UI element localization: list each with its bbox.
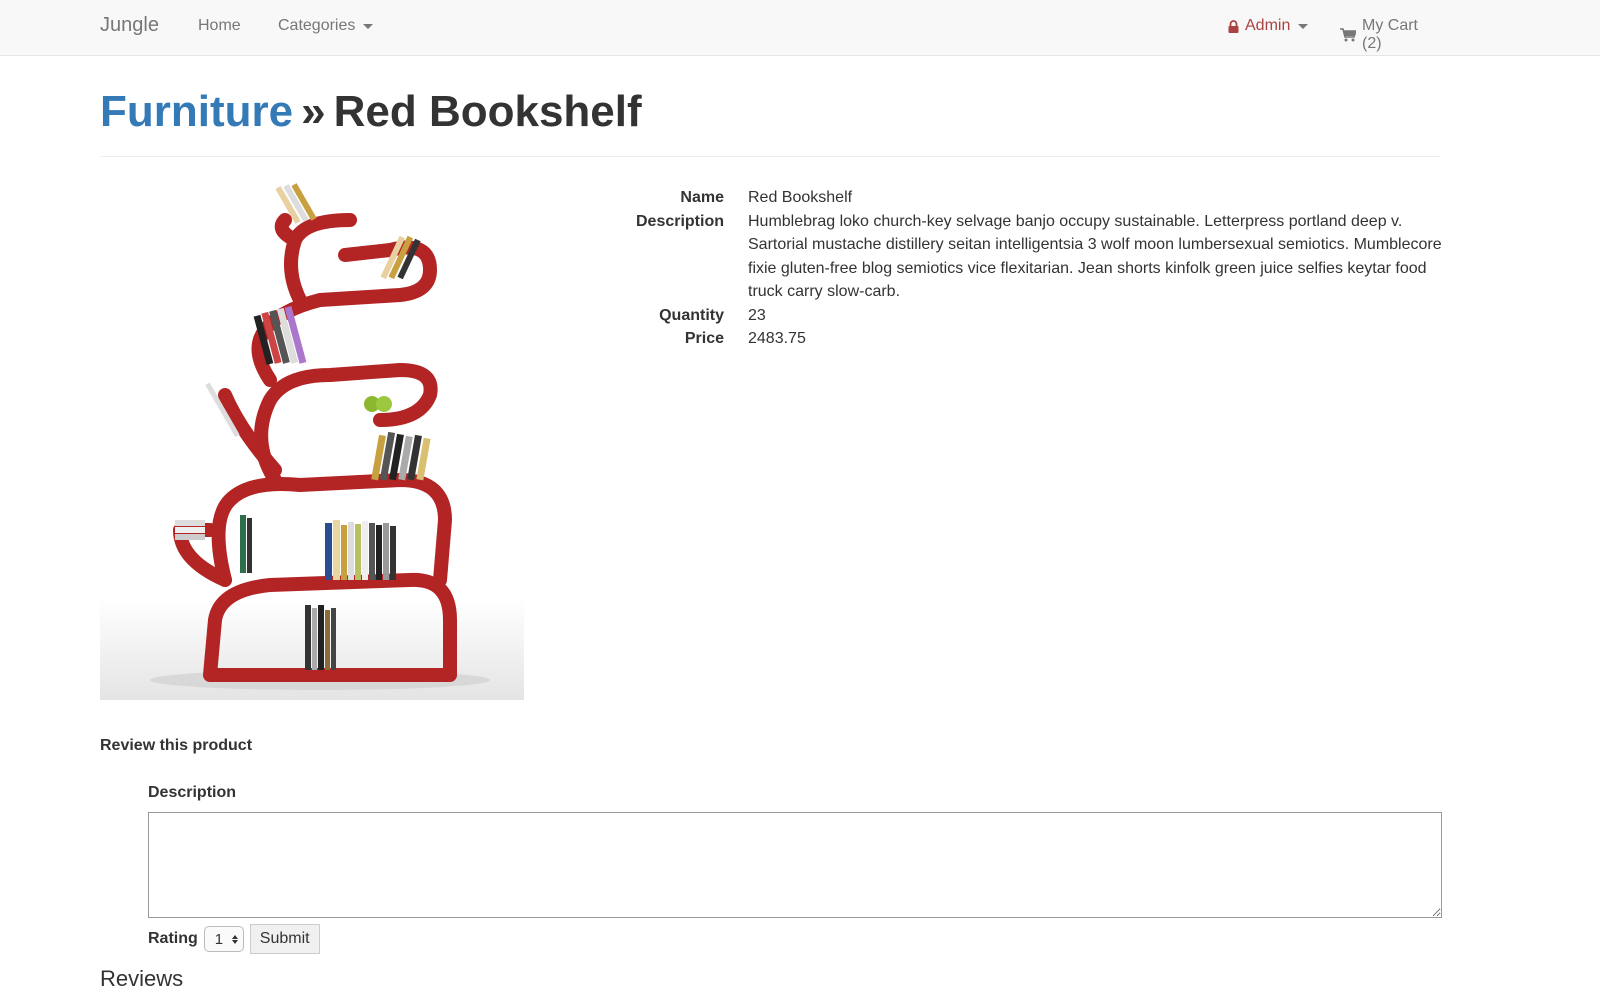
price-label: Price xyxy=(684,330,724,347)
nav-admin-label: Admin xyxy=(1245,17,1291,34)
detail-row-description: Description Humblebrag loko church-key s… xyxy=(620,210,1450,304)
review-form-title: Review this product xyxy=(100,737,253,754)
shopping-cart-icon xyxy=(1340,28,1356,42)
nav-cart-link[interactable]: My Cart (2) xyxy=(1340,17,1440,53)
lock-icon xyxy=(1228,19,1239,33)
rating-select[interactable]: 1 xyxy=(203,926,244,952)
name-label: Name xyxy=(680,189,724,206)
description-label: Description xyxy=(635,212,724,230)
brand-link[interactable]: Jungle xyxy=(100,14,159,37)
product-image xyxy=(100,180,524,700)
nav-home-link[interactable]: Home xyxy=(198,17,241,35)
product-details: Name Red Bookshelf Description Humblebra… xyxy=(620,186,1450,351)
quantity-label: Quantity xyxy=(659,306,724,324)
breadcrumb-category-link[interactable]: Furniture xyxy=(100,87,293,136)
navbar-inner: Jungle Home Categories Admin My Cart (2) xyxy=(100,0,1440,56)
top-navbar: Jungle Home Categories Admin My Cart (2) xyxy=(0,0,1600,56)
rating-label: Rating xyxy=(148,930,198,947)
review-description-input[interactable] xyxy=(148,812,1442,918)
price-value: 2483.75 xyxy=(748,330,806,347)
detail-row-quantity: Quantity 23 xyxy=(620,304,1450,328)
rating-selected-value: 1 xyxy=(214,930,224,948)
detail-row-name: Name Red Bookshelf xyxy=(620,186,1450,210)
nav-cart-label: My Cart (2) xyxy=(1362,17,1418,52)
quantity-value: 23 xyxy=(748,306,766,324)
nav-admin-dropdown[interactable]: Admin xyxy=(1228,17,1309,35)
rating-row: Rating 1 Submit xyxy=(148,924,320,954)
chevron-down-icon xyxy=(363,23,374,29)
submit-review-button[interactable]: Submit xyxy=(249,924,320,954)
select-arrows-icon xyxy=(231,934,238,944)
nav-home-label: Home xyxy=(198,17,241,34)
chevron-down-icon xyxy=(1298,23,1309,29)
reviews-heading: Reviews xyxy=(100,966,184,991)
page-title: Furniture» Red Bookshelf xyxy=(100,87,1440,158)
description-value: Humblebrag loko church-key selvage banjo… xyxy=(748,212,1442,301)
review-description-label: Description xyxy=(148,784,237,801)
breadcrumb-separator: » xyxy=(301,87,326,136)
nav-categories-dropdown[interactable]: Categories xyxy=(278,17,374,35)
name-value: Red Bookshelf xyxy=(748,189,853,206)
product-title: Red Bookshelf xyxy=(333,87,642,136)
detail-row-price: Price 2483.75 xyxy=(620,327,1450,351)
nav-categories-label: Categories xyxy=(278,17,356,34)
